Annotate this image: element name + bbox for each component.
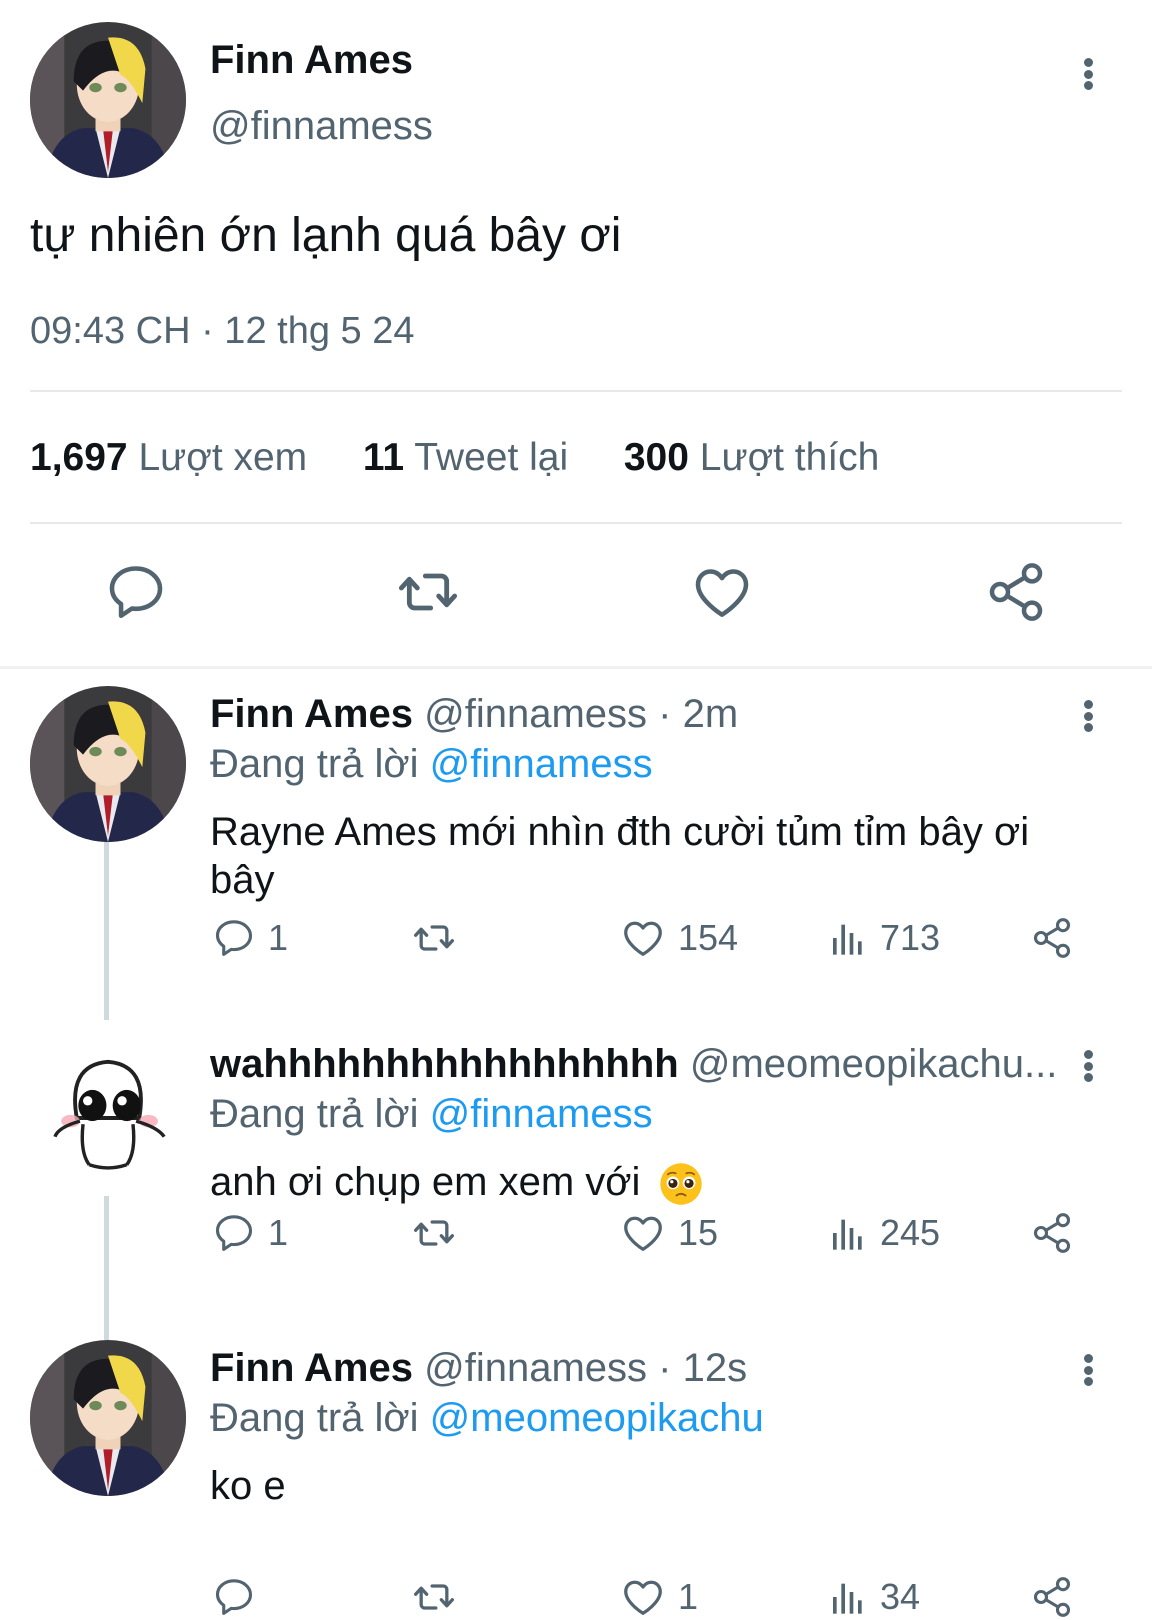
- author-handle[interactable]: @finnamess: [424, 692, 647, 736]
- tweet-timestamp[interactable]: 09:43 CH · 12 thg 5 24: [30, 310, 414, 353]
- reply-actions: 1 154 713: [0, 913, 1152, 963]
- retweet-icon: [412, 1211, 456, 1255]
- divider: [0, 666, 1152, 669]
- views-label: Lượt xem: [138, 436, 308, 479]
- author-avatar[interactable]: [30, 1340, 186, 1496]
- author-name[interactable]: Finn Ames: [210, 1346, 413, 1390]
- share-button[interactable]: [1030, 1208, 1074, 1258]
- share-icon: [1030, 916, 1074, 960]
- reply-tweet[interactable]: Finn Ames @finnamess · 12s Đang trả lời …: [0, 1340, 1152, 1620]
- replying-prefix: Đang trả lời: [210, 1396, 419, 1440]
- like-icon: [620, 915, 666, 961]
- retweet-button[interactable]: [412, 913, 456, 963]
- replying-to: Đang trả lời @finnamess: [210, 1092, 653, 1137]
- author-name[interactable]: Finn Ames: [210, 692, 413, 736]
- author-handle[interactable]: @meomeopikachu...: [690, 1042, 1057, 1086]
- retweet-icon[interactable]: [396, 560, 460, 624]
- reply-header: Finn Ames @finnamess · 12s: [210, 1346, 747, 1391]
- author-name[interactable]: Finn Ames: [210, 38, 413, 83]
- share-icon: [1030, 1211, 1074, 1255]
- like-count: 154: [678, 917, 739, 958]
- like-button[interactable]: 15: [620, 1208, 718, 1258]
- reply-text: Rayne Ames mới nhìn đth cười tủm tỉm bây…: [210, 810, 1030, 902]
- more-icon[interactable]: [1076, 1046, 1100, 1086]
- reply-time: · 2m: [658, 692, 739, 736]
- reply-icon: [212, 1575, 256, 1619]
- view-count: 34: [880, 1576, 921, 1617]
- views-icon: [828, 918, 868, 958]
- reply-header: wahhhhhhhhhhhhhhhhh @meomeopikachu...: [210, 1042, 1057, 1087]
- retweet-button[interactable]: [412, 1208, 456, 1258]
- views-icon: [828, 1213, 868, 1253]
- reply-count: 1: [268, 1212, 289, 1253]
- more-icon[interactable]: [1076, 1350, 1100, 1390]
- author-handle[interactable]: @finnamess: [210, 104, 433, 149]
- reply-icon[interactable]: [104, 560, 168, 624]
- like-icon: [620, 1574, 666, 1620]
- reply-count: 1: [268, 917, 289, 958]
- reply-actions: 1 15 245: [0, 1208, 1152, 1258]
- reply-icon: [212, 1211, 256, 1255]
- like-icon: [620, 1210, 666, 1256]
- like-count: 1: [678, 1576, 699, 1617]
- share-icon[interactable]: [984, 560, 1048, 624]
- divider: [30, 522, 1122, 524]
- replying-prefix: Đang trả lời: [210, 742, 419, 786]
- like-icon[interactable]: [690, 560, 754, 624]
- like-count: 15: [678, 1212, 719, 1253]
- reply-button[interactable]: 1: [212, 1208, 288, 1258]
- author-avatar[interactable]: [30, 686, 186, 842]
- author-handle[interactable]: @finnamess: [424, 1346, 647, 1390]
- views-button[interactable]: 34: [828, 1572, 920, 1620]
- reply-header: Finn Ames @finnamess · 2m: [210, 692, 738, 737]
- mention-link[interactable]: @finnamess: [430, 1092, 653, 1136]
- retweet-button[interactable]: [412, 1572, 456, 1620]
- view-count: 713: [880, 917, 941, 958]
- share-button[interactable]: [1030, 913, 1074, 963]
- reply-text: ko e: [210, 1464, 286, 1508]
- views-count: 1,697: [30, 436, 128, 479]
- reply-tweet[interactable]: wahhhhhhhhhhhhhhhhh @meomeopikachu... Đa…: [0, 1020, 1152, 1340]
- views-button[interactable]: 245: [828, 1208, 940, 1258]
- reply-button[interactable]: [212, 1572, 268, 1620]
- author-name[interactable]: wahhhhhhhhhhhhhhhhh: [210, 1042, 679, 1086]
- more-icon[interactable]: [1076, 696, 1100, 736]
- share-icon: [1030, 1575, 1074, 1619]
- view-count: 245: [880, 1212, 941, 1253]
- replying-prefix: Đang trả lời: [210, 1092, 419, 1136]
- retweets-label[interactable]: Tweet lại: [414, 436, 568, 479]
- reply-text: anh ơi chụp em xem với: [210, 1158, 1090, 1207]
- reply-icon: [212, 916, 256, 960]
- views-icon: [828, 1577, 868, 1617]
- replying-to: Đang trả lời @finnamess: [210, 742, 653, 787]
- tweet-stats: 1,697 Lượt xem 11 Tweet lại 300 Lượt thí…: [30, 436, 879, 480]
- share-button[interactable]: [1030, 1572, 1074, 1620]
- replying-to: Đang trả lời @meomeopikachu: [210, 1396, 764, 1441]
- retweet-icon: [412, 1575, 456, 1619]
- likes-label[interactable]: Lượt thích: [700, 436, 880, 479]
- main-tweet: Finn Ames @finnamess tự nhiên ớn lạnh qu…: [0, 0, 1152, 669]
- retweets-count[interactable]: 11: [363, 436, 404, 479]
- tweet-text: tự nhiên ớn lạnh quá bây ơi: [30, 209, 622, 262]
- like-button[interactable]: 1: [620, 1572, 698, 1620]
- views-button[interactable]: 713: [828, 913, 940, 963]
- reply-tweet[interactable]: Finn Ames @finnamess · 2m Đang trả lời @…: [0, 670, 1152, 1020]
- more-icon[interactable]: [1076, 54, 1100, 94]
- author-avatar[interactable]: [30, 1040, 186, 1196]
- pleading-face-emoji: [659, 1163, 702, 1206]
- author-avatar[interactable]: [30, 22, 186, 178]
- reply-text-content: anh ơi chụp em xem với: [210, 1160, 641, 1204]
- divider: [30, 390, 1122, 392]
- reply-time: · 12s: [658, 1346, 748, 1390]
- like-button[interactable]: 154: [620, 913, 738, 963]
- mention-link[interactable]: @meomeopikachu: [430, 1396, 764, 1440]
- reply-button[interactable]: 1: [212, 913, 288, 963]
- tweet-actions: [0, 560, 1152, 630]
- reply-actions: 1 34: [0, 1572, 1152, 1620]
- retweet-icon: [412, 916, 456, 960]
- mention-link[interactable]: @finnamess: [430, 742, 653, 786]
- likes-count[interactable]: 300: [624, 436, 689, 479]
